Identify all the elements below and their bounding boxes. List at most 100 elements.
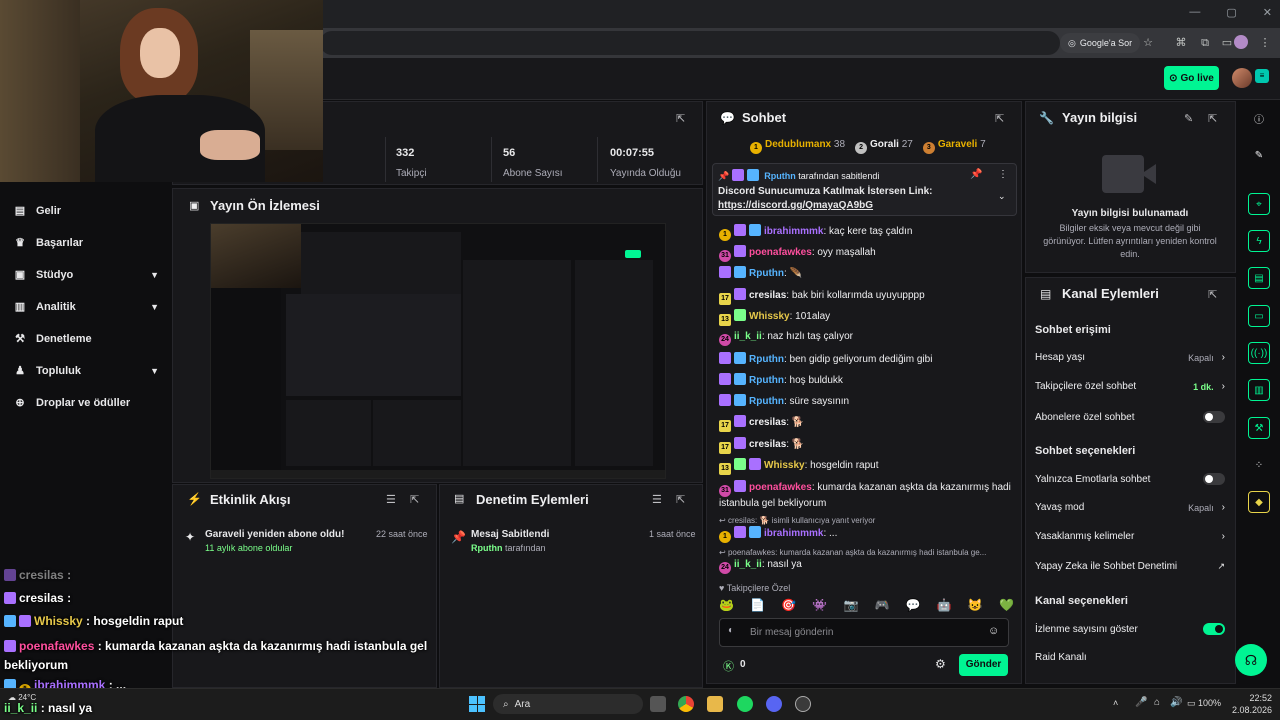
chat-badge-icon[interactable]: ◐	[728, 625, 734, 636]
popout-icon[interactable]: ⇱	[676, 112, 685, 125]
discord-icon[interactable]	[766, 696, 782, 712]
emote-icon[interactable]: 💬	[906, 598, 921, 612]
leader-2[interactable]: 2 Gorali 27	[855, 139, 913, 154]
emote-icon[interactable]: 📷	[843, 598, 858, 612]
obs-icon[interactable]	[795, 696, 811, 712]
chat-message[interactable]: 31 poenafawkes: oyy maşallah	[719, 245, 1014, 262]
broadcast-icon[interactable]: ((·))	[1248, 342, 1270, 364]
sidebar-item-analitik[interactable]: ▥ Analitik ▼	[14, 300, 159, 314]
emote-icon[interactable]: 😺	[968, 598, 983, 612]
channel-points-icon[interactable]: Ⓚ	[723, 658, 734, 674]
filter-icon[interactable]: ☰	[386, 493, 396, 506]
google-sor-button[interactable]: ◎ Google'a Sor	[1060, 33, 1141, 53]
more-icon[interactable]: ⋮	[998, 169, 1008, 180]
folder-icon[interactable]	[707, 696, 723, 712]
chat-message[interactable]: 1 ibrahimmmk: kaç kere taş çaldın	[719, 224, 1014, 241]
network-icon[interactable]: ⌂	[1154, 697, 1160, 708]
layout-icon[interactable]: ▥	[1248, 379, 1270, 401]
show-viewers-row[interactable]: İzlenme sayısını göster	[1035, 623, 1225, 635]
emote-only-toggle[interactable]	[1203, 473, 1225, 485]
pencil-icon[interactable]: ✎	[1248, 144, 1270, 166]
account-age-row[interactable]: Hesap yaşı Kapalı ›	[1035, 352, 1225, 363]
stream-preview-video[interactable]	[210, 223, 666, 479]
chat-message[interactable]: 17 cresilas: 🐕	[719, 437, 1014, 454]
volume-icon[interactable]: 🔊	[1170, 697, 1182, 708]
chat-message[interactable]: Rputhn: hoş buldukk	[719, 373, 1014, 388]
raid-row[interactable]: Raid Kanalı	[1035, 652, 1225, 663]
popout-icon[interactable]: ⇱	[410, 493, 419, 506]
info-icon[interactable]: ⓘ	[1248, 107, 1270, 129]
address-bar[interactable]	[320, 31, 1060, 55]
emote-icon[interactable]: 🤖	[937, 598, 952, 612]
profile-avatar-icon[interactable]	[1234, 35, 1248, 49]
emote-icon[interactable]: 👾	[812, 598, 827, 612]
popout-icon[interactable]: ⇱	[1208, 288, 1217, 301]
go-live-button[interactable]: ⊙ Go live	[1164, 66, 1219, 90]
document-icon[interactable]: ▤	[1248, 267, 1270, 289]
emote-icon[interactable]: 🎮	[875, 598, 890, 612]
ai-mod-row[interactable]: Yapay Zeka ile Sohbet Denetimi ↗	[1035, 561, 1225, 572]
emoji-icon[interactable]: ☺	[988, 625, 999, 637]
chat-message[interactable]: Rputhn: 🪶	[719, 266, 1014, 281]
task-view-icon[interactable]	[650, 696, 666, 712]
sidebar-item-basarilar[interactable]: ♛ Başarılar	[14, 236, 159, 250]
taskbar-search[interactable]: ⌕ Ara	[493, 694, 643, 714]
menu-dots-icon[interactable]: ⋮	[1258, 36, 1272, 50]
slow-mode-row[interactable]: Yavaş mod Kapalı ›	[1035, 502, 1225, 513]
leader-1[interactable]: 1 Dedublumanx 38	[750, 139, 845, 154]
chat-message[interactable]: 1 ibrahimmmk: ...	[719, 526, 1014, 543]
pencil-icon[interactable]: ✎	[1184, 112, 1193, 125]
chat-bubble-icon[interactable]: ▭	[1248, 305, 1270, 327]
maximize-icon[interactable]: ▢	[1226, 6, 1236, 19]
chat-message[interactable]: 13 Whissky: 101alay	[719, 309, 1014, 326]
followers-only-row[interactable]: Takipçilere özel sohbet 1 dk. ›	[1035, 381, 1225, 392]
extension-icon[interactable]: ⌘	[1174, 36, 1188, 50]
help-button[interactable]: ☊	[1235, 644, 1267, 676]
split-icon[interactable]: ▭	[1220, 36, 1234, 50]
bookmark-star-icon[interactable]: ☆	[1141, 36, 1155, 50]
minimize-icon[interactable]: —	[1189, 6, 1200, 19]
popout-icon[interactable]: ⇱	[1208, 112, 1217, 125]
puzzle-icon[interactable]: ⧉	[1198, 36, 1212, 50]
windows-start-icon[interactable]	[469, 696, 485, 712]
show-viewers-toggle[interactable]	[1203, 623, 1225, 635]
pin-icon[interactable]: 📌	[970, 169, 982, 180]
lightning-icon[interactable]: ϟ	[1248, 230, 1270, 252]
chat-message[interactable]: Rputhn: süre saysının	[719, 394, 1014, 409]
dashboard-badge-icon[interactable]: ≡	[1255, 69, 1269, 83]
sidebar-item-studyo[interactable]: ▣ Stüdyo ▼	[14, 268, 159, 282]
clip-icon[interactable]: ⌖	[1248, 193, 1270, 215]
emote-icon[interactable]: 💚	[999, 598, 1014, 612]
battery-indicator[interactable]: ▭ 100%	[1187, 698, 1221, 709]
emote-icon[interactable]: 🐸	[719, 598, 734, 612]
diamond-icon[interactable]: ◆	[1248, 491, 1270, 513]
chat-message[interactable]: 17 cresilas: bak biri kollarımda uyuyuppp…	[719, 288, 1014, 305]
popout-icon[interactable]: ⇱	[676, 493, 685, 506]
microphone-icon[interactable]: 🎤	[1135, 697, 1147, 708]
chat-message[interactable]: Rputhn: ben gidip geliyorum dediğim gibi	[719, 352, 1014, 367]
chevron-up-icon[interactable]: ˄	[1113, 698, 1118, 708]
sidebar-item-gelir[interactable]: ▤ Gelir	[14, 204, 159, 218]
pinned-link[interactable]: https://discord.gg/QmayaQA9bG	[718, 200, 873, 211]
sidebar-item-denetleme[interactable]: ⚒ Denetleme	[14, 332, 159, 346]
popout-icon[interactable]: ⇱	[995, 112, 1004, 125]
chat-message[interactable]: 24 ii_k_ii: nasıl ya	[719, 558, 1014, 574]
chat-message[interactable]: 24 ii_k_ii: naz hızlı taş çalıyor	[719, 330, 1014, 346]
subs-only-row[interactable]: Abonelere özel sohbet	[1035, 411, 1225, 423]
gear-icon[interactable]: ⚙	[935, 657, 946, 671]
chat-message[interactable]: 13 Whissky: hosgeldin raput	[719, 458, 1014, 475]
subs-only-toggle[interactable]	[1203, 411, 1225, 423]
avatar[interactable]	[1232, 68, 1252, 88]
sidebar-item-topluluk[interactable]: ♟ Topluluk ▼	[14, 364, 159, 378]
sidebar-item-droplar[interactable]: ⊕ Droplar ve ödüller	[14, 396, 159, 410]
emote-only-row[interactable]: Yalnızca Emotlarla sohbet	[1035, 473, 1225, 485]
chat-message[interactable]: 31 poenafawkes: kumarda kazanan aşkta da …	[719, 480, 1014, 511]
emote-icon[interactable]: 🎯	[781, 598, 796, 612]
chrome-icon[interactable]	[678, 696, 694, 712]
leader-3[interactable]: 3 Garaveli 7	[922, 139, 986, 154]
spotify-icon[interactable]	[737, 696, 753, 712]
send-button[interactable]: Gönder	[959, 654, 1008, 676]
banned-words-row[interactable]: Yasaklanmış kelimeler ›	[1035, 531, 1225, 542]
chat-message[interactable]: 17 cresilas: 🐕	[719, 415, 1014, 432]
filter-icon[interactable]: ☰	[652, 493, 662, 506]
